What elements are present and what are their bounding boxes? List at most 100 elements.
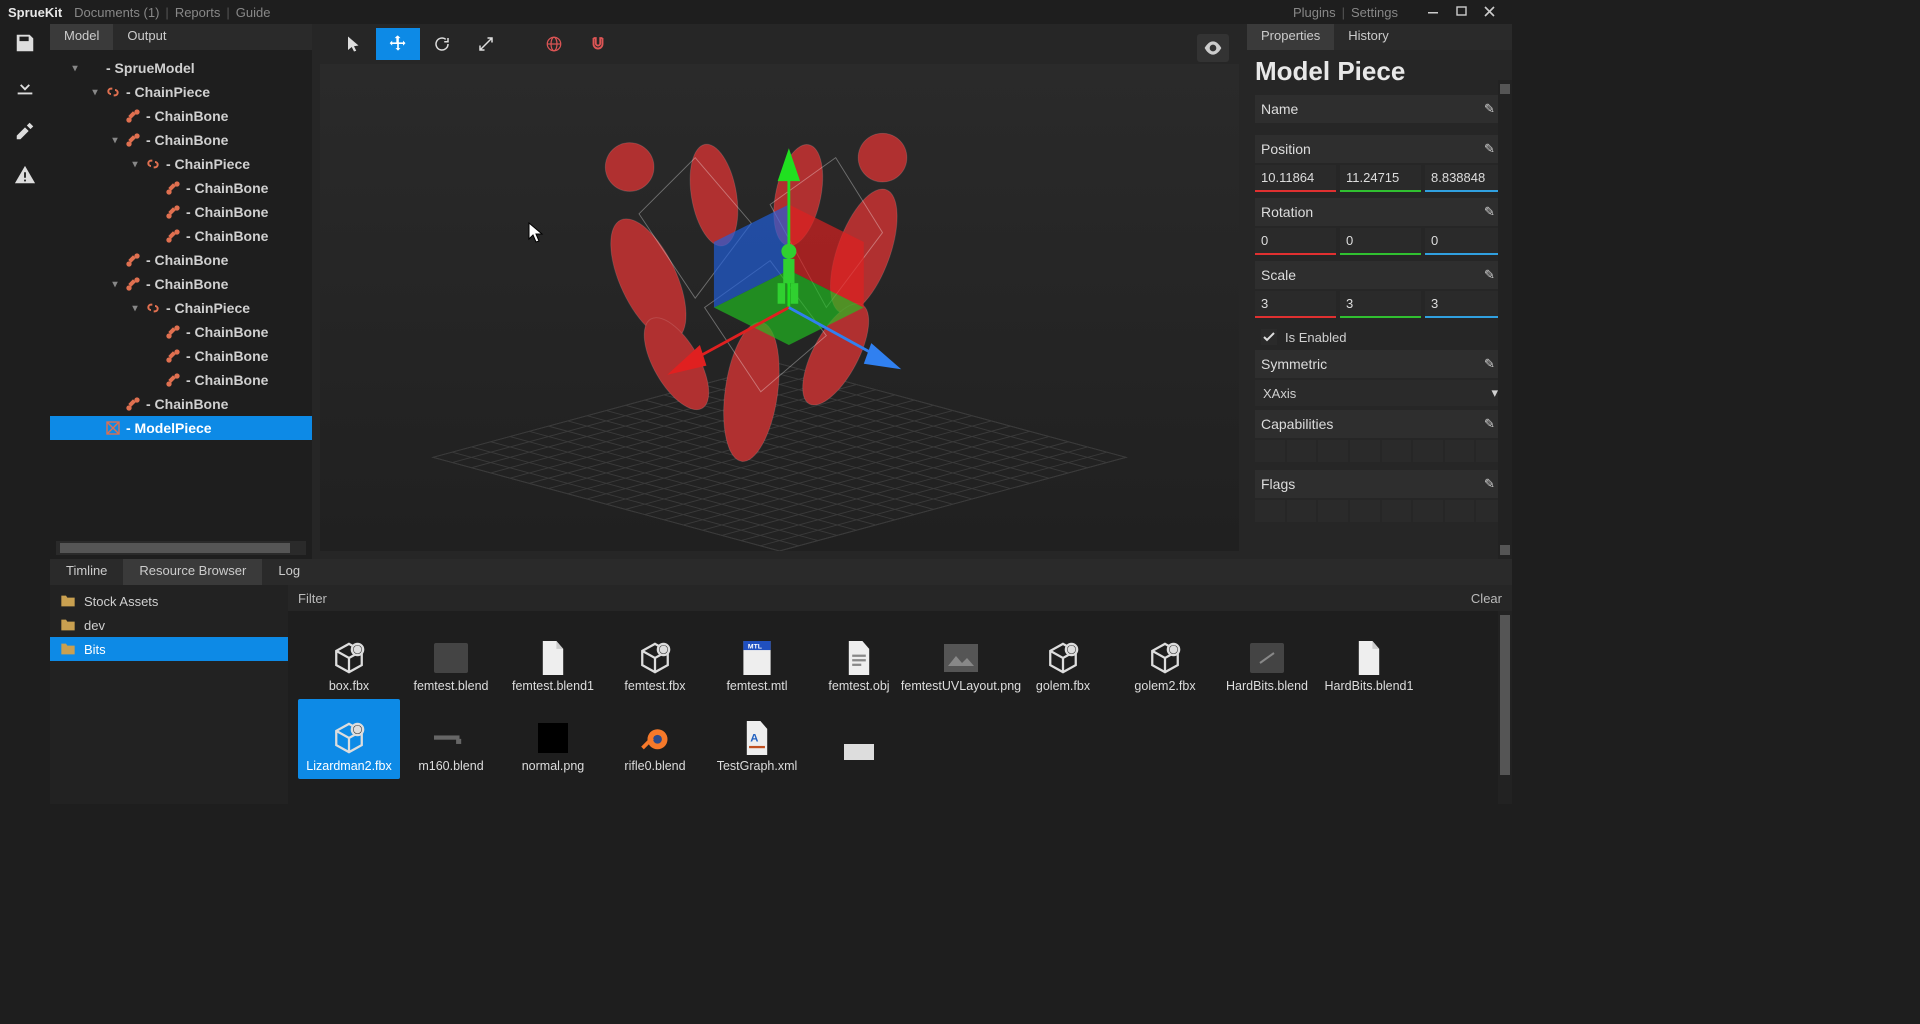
- asset-scrollbar[interactable]: [1498, 611, 1512, 804]
- menu-documents[interactable]: Documents (1): [74, 5, 159, 20]
- symmetric-label: Symmetric: [1261, 356, 1484, 372]
- asset-item[interactable]: box.fbx: [298, 619, 400, 699]
- symmetric-select[interactable]: XAxis▾: [1255, 380, 1506, 406]
- asset-item[interactable]: m160.blend: [400, 699, 502, 779]
- properties-title: Model Piece: [1255, 56, 1506, 87]
- asset-item[interactable]: [808, 699, 910, 779]
- rotation-label: Rotation: [1261, 204, 1484, 220]
- menu-settings[interactable]: Settings: [1351, 5, 1398, 20]
- rotation-y[interactable]: [1340, 228, 1421, 255]
- scale-y[interactable]: [1340, 291, 1421, 318]
- asset-item[interactable]: ATestGraph.xml: [706, 699, 808, 779]
- menu-guide[interactable]: Guide: [236, 5, 271, 20]
- svg-text:MTL: MTL: [748, 643, 762, 650]
- flags-grid[interactable]: [1255, 500, 1506, 522]
- bottom-panel: Timline Resource Browser Log Stock Asset…: [50, 559, 1512, 804]
- asset-item[interactable]: HardBits.blend: [1216, 619, 1318, 699]
- scale-x[interactable]: [1255, 291, 1336, 318]
- tree-node[interactable]: - ChainBone: [50, 392, 312, 416]
- tab-model[interactable]: Model: [50, 24, 113, 50]
- tree-node[interactable]: - ChainBone: [50, 368, 312, 392]
- position-y[interactable]: [1340, 165, 1421, 192]
- tree-node[interactable]: ▾ - ChainPiece: [50, 296, 312, 320]
- asset-item[interactable]: femtest.obj: [808, 619, 910, 699]
- save-icon[interactable]: [9, 28, 41, 58]
- filter-clear[interactable]: Clear: [1471, 591, 1502, 606]
- tree-node[interactable]: ▾ - ChainPiece: [50, 152, 312, 176]
- position-x[interactable]: [1255, 165, 1336, 192]
- tools-icon[interactable]: [9, 116, 41, 146]
- scale-z[interactable]: [1425, 291, 1506, 318]
- asset-item[interactable]: femtest.fbx: [604, 619, 706, 699]
- menu-plugins[interactable]: Plugins: [1293, 5, 1336, 20]
- tab-timeline[interactable]: Timline: [50, 559, 123, 585]
- capabilities-label: Capabilities: [1261, 416, 1484, 432]
- capabilities-grid[interactable]: [1255, 440, 1506, 462]
- position-z[interactable]: [1425, 165, 1506, 192]
- view-options[interactable]: [1197, 34, 1229, 62]
- rotation-z[interactable]: [1425, 228, 1506, 255]
- tool-rotate[interactable]: [420, 28, 464, 60]
- viewport-3d[interactable]: [320, 64, 1239, 551]
- tab-resource-browser[interactable]: Resource Browser: [123, 559, 262, 585]
- folder-item[interactable]: dev: [50, 613, 288, 637]
- menu-reports[interactable]: Reports: [175, 5, 221, 20]
- properties-scrollbar[interactable]: [1498, 80, 1512, 559]
- properties-panel: Properties History Model Piece Name✎ Pos…: [1247, 24, 1512, 559]
- tab-output[interactable]: Output: [113, 24, 180, 50]
- window-minimize[interactable]: [1420, 2, 1448, 22]
- asset-item[interactable]: golem.fbx: [1012, 619, 1114, 699]
- tree-node[interactable]: - ChainBone: [50, 320, 312, 344]
- left-rail: [0, 24, 50, 804]
- tool-scale[interactable]: [464, 28, 508, 60]
- tree-node[interactable]: ▾ - ChainBone: [50, 128, 312, 152]
- tree-node[interactable]: - ChainBone: [50, 176, 312, 200]
- tree-node[interactable]: ▾ - SprueModel: [50, 56, 312, 80]
- tree-node[interactable]: ▾ - ChainPiece: [50, 80, 312, 104]
- tree-node[interactable]: - ChainBone: [50, 224, 312, 248]
- scale-label: Scale: [1261, 267, 1484, 283]
- asset-item[interactable]: golem2.fbx: [1114, 619, 1216, 699]
- tree-node[interactable]: - ChainBone: [50, 104, 312, 128]
- tab-log[interactable]: Log: [262, 559, 316, 585]
- hierarchy-panel: Model Output ▾ - SprueModel▾ - ChainPiec…: [50, 24, 312, 559]
- enabled-label: Is Enabled: [1285, 330, 1346, 345]
- asset-item[interactable]: femtest.blend: [400, 619, 502, 699]
- filter-label: Filter: [298, 591, 327, 606]
- asset-item[interactable]: femtest.blend1: [502, 619, 604, 699]
- tree-node[interactable]: - ChainBone: [50, 344, 312, 368]
- folder-list[interactable]: Stock AssetsdevBits: [50, 585, 288, 804]
- folder-item[interactable]: Stock Assets: [50, 589, 288, 613]
- asset-item[interactable]: femtestUVLayout.png: [910, 619, 1012, 699]
- tool-snap[interactable]: [576, 28, 620, 60]
- app-name: SprueKit: [8, 5, 62, 20]
- tree-node[interactable]: ▾ - ChainBone: [50, 272, 312, 296]
- window-close[interactable]: [1476, 2, 1504, 22]
- svg-text:A: A: [750, 732, 758, 744]
- tool-world[interactable]: [532, 28, 576, 60]
- tab-properties[interactable]: Properties: [1247, 24, 1334, 50]
- folder-item[interactable]: Bits: [50, 637, 288, 661]
- name-label: Name: [1261, 101, 1484, 117]
- tool-select[interactable]: [332, 28, 376, 60]
- title-bar: SprueKit Documents (1) | Reports | Guide…: [0, 0, 1512, 24]
- tab-history[interactable]: History: [1334, 24, 1402, 50]
- asset-item[interactable]: MTLfemtest.mtl: [706, 619, 808, 699]
- asset-item[interactable]: Lizardman2.fbx: [298, 699, 400, 779]
- asset-item[interactable]: normal.png: [502, 699, 604, 779]
- tool-move[interactable]: [376, 28, 420, 60]
- asset-grid[interactable]: box.fbxfemtest.blendfemtest.blend1femtes…: [288, 611, 1498, 804]
- import-icon[interactable]: [9, 72, 41, 102]
- rotation-x[interactable]: [1255, 228, 1336, 255]
- tree-node[interactable]: - ModelPiece: [50, 416, 312, 440]
- enabled-checkbox[interactable]: Is Enabled: [1255, 324, 1506, 350]
- tree-hscroll[interactable]: [56, 541, 306, 555]
- asset-item[interactable]: HardBits.blend1: [1318, 619, 1420, 699]
- viewport-toolbar: [312, 24, 1247, 64]
- scene-tree[interactable]: ▾ - SprueModel▾ - ChainPiece - ChainBone…: [50, 50, 312, 541]
- warning-icon[interactable]: [9, 160, 41, 190]
- tree-node[interactable]: - ChainBone: [50, 200, 312, 224]
- tree-node[interactable]: - ChainBone: [50, 248, 312, 272]
- asset-item[interactable]: rifle0.blend: [604, 699, 706, 779]
- window-maximize[interactable]: [1448, 2, 1476, 22]
